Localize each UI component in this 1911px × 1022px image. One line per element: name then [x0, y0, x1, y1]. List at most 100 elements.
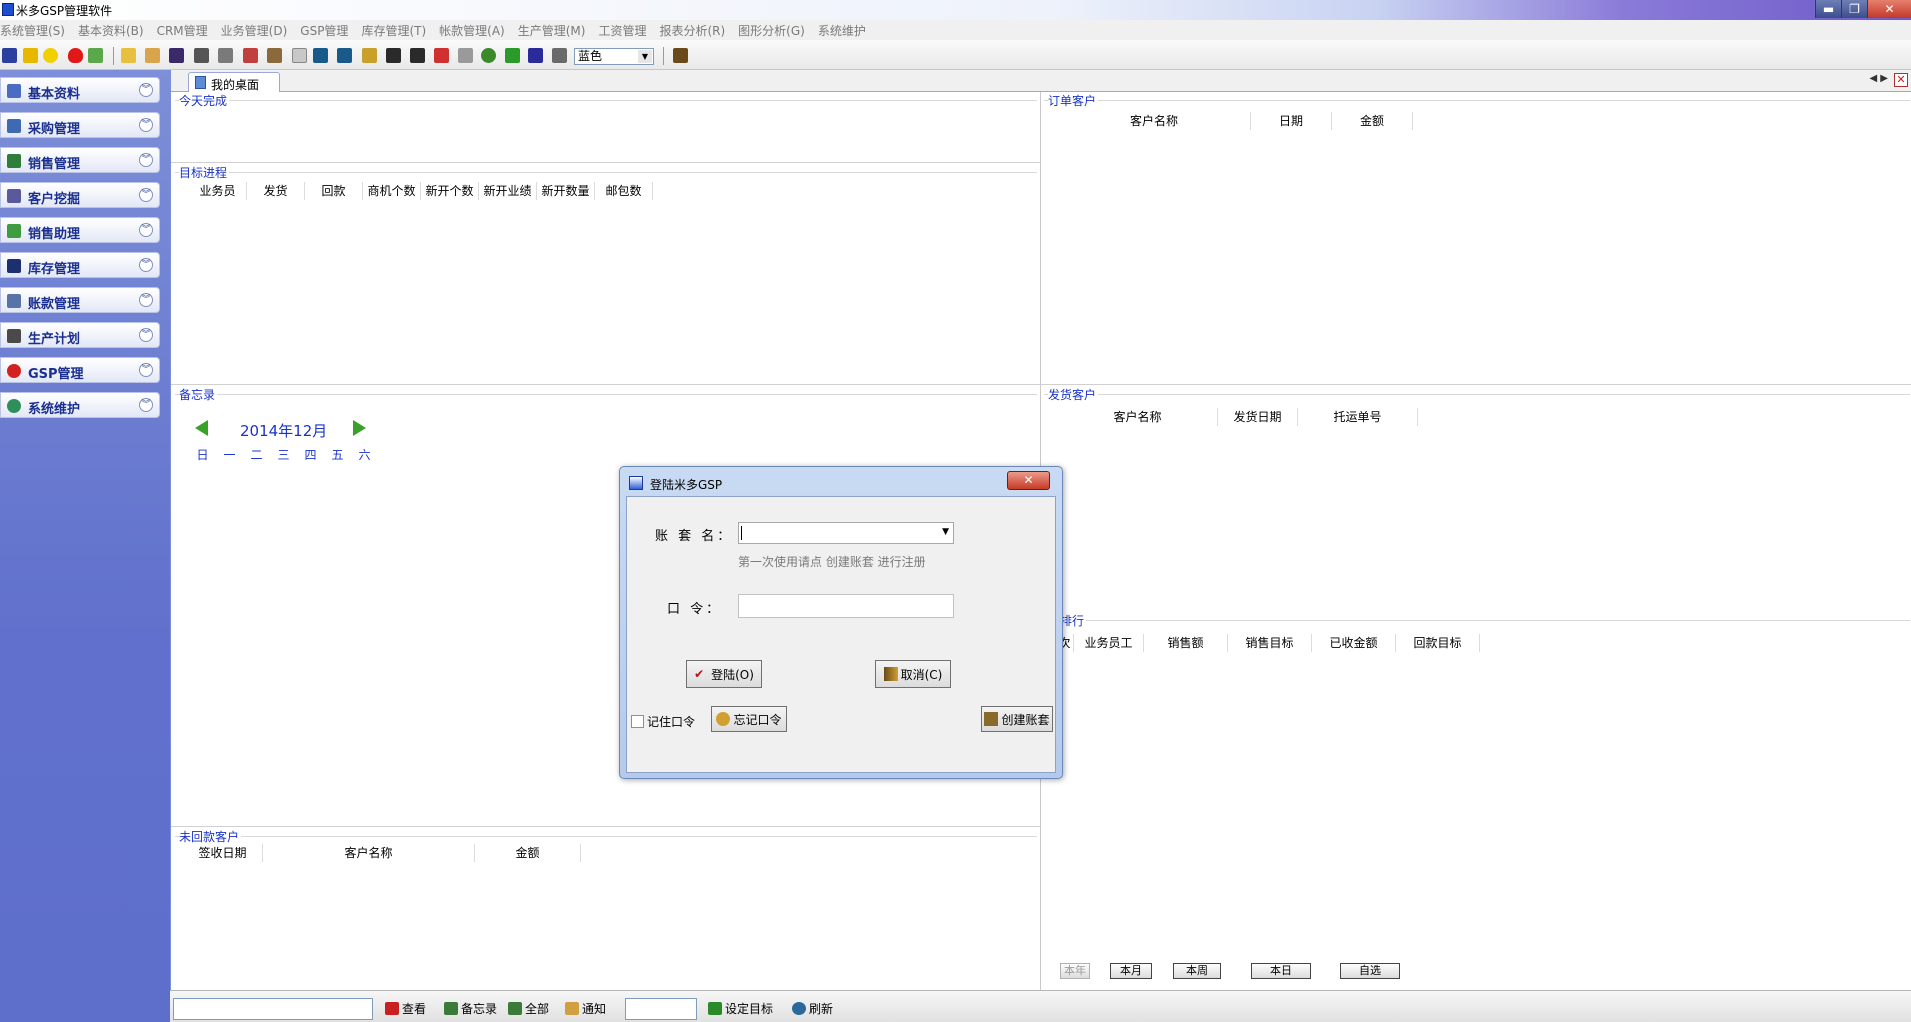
chevron-down-icon[interactable]: ▼ [942, 527, 949, 537]
menu-inventory[interactable]: 库存管理(T) [361, 22, 426, 39]
refresh-button[interactable]: 刷新 [792, 1000, 833, 1017]
tab-nav-arrows[interactable]: ◀ ▶ [1869, 73, 1888, 84]
chevron-down-icon[interactable]: ︾ [139, 83, 153, 97]
day-button[interactable]: 本日 [1251, 963, 1311, 979]
tab-desktop[interactable]: 我的桌面 [188, 72, 280, 93]
sidebar-item-customer-mining[interactable]: 客户挖掘 ︾ [0, 182, 160, 208]
crown-icon[interactable] [2, 48, 17, 63]
menu-system[interactable]: 系统管理(S) [0, 22, 65, 39]
chevron-down-icon[interactable]: ︾ [139, 258, 153, 272]
folder-icon[interactable] [145, 48, 160, 63]
chevron-down-icon[interactable]: ︾ [139, 153, 153, 167]
chevron-down-icon[interactable]: ︾ [139, 118, 153, 132]
memo-button[interactable]: 备忘录 [444, 1000, 497, 1017]
remember-password[interactable]: 记住口令 [631, 713, 695, 730]
menu-business[interactable]: 业务管理(D) [221, 22, 288, 39]
smiley-icon[interactable] [43, 48, 58, 63]
chevron-down-icon[interactable]: ︾ [139, 223, 153, 237]
column-header[interactable]: 销售目标 [1228, 634, 1312, 652]
sidebar-item-accounts[interactable]: 账款管理 ︾ [0, 287, 160, 313]
column-header[interactable]: 金额 [475, 844, 581, 862]
chevron-down-icon[interactable]: ︾ [139, 398, 153, 412]
column-header[interactable]: 新开数量 [537, 182, 595, 200]
search-input[interactable] [173, 998, 373, 1020]
set-goal-button[interactable]: 设定目标 [708, 1000, 773, 1017]
column-header[interactable]: 商机个数 [363, 182, 421, 200]
column-header[interactable]: 回款目标 [1396, 634, 1480, 652]
notice-button[interactable]: 通知 [565, 1000, 606, 1017]
menu-accounts[interactable]: 帐款管理(A) [439, 22, 505, 39]
chevron-down-icon[interactable]: ︾ [139, 188, 153, 202]
sidebar-item-basic[interactable]: 基本资料 ︾ [0, 77, 160, 103]
dialog-close-button[interactable]: ✕ [1007, 471, 1050, 490]
column-header[interactable]: 邮包数 [595, 182, 653, 200]
column-header[interactable]: 日期 [1251, 112, 1332, 130]
truck-icon[interactable] [267, 48, 282, 63]
date-input[interactable] [625, 998, 697, 1020]
import-icon[interactable] [337, 48, 352, 63]
export-icon[interactable] [313, 48, 328, 63]
column-header[interactable]: 发货日期 [1218, 408, 1298, 426]
column-header[interactable]: 客户名称 [263, 844, 475, 862]
transfer-icon[interactable] [386, 48, 401, 63]
column-header[interactable]: 客户名称 [1058, 112, 1251, 130]
chevron-down-icon[interactable]: ︾ [139, 328, 153, 342]
column-header[interactable]: 金额 [1332, 112, 1413, 130]
pencil-icon[interactable] [243, 48, 258, 63]
color-select[interactable]: 蓝色 ▼ [574, 48, 654, 65]
next-month-button[interactable] [353, 420, 366, 436]
box-icon[interactable] [23, 48, 38, 63]
column-header[interactable]: 回款 [305, 182, 363, 200]
house-icon[interactable] [88, 48, 103, 63]
menu-gsp[interactable]: GSP管理 [300, 22, 348, 39]
menu-crm[interactable]: CRM管理 [157, 22, 208, 39]
money-bag-icon[interactable] [481, 48, 496, 63]
exchange-icon[interactable] [410, 48, 425, 63]
menu-production[interactable]: 生产管理(M) [518, 22, 586, 39]
chat-icon[interactable] [552, 48, 567, 63]
sidebar-item-maintenance[interactable]: 系统维护 ︾ [0, 392, 160, 418]
week-button[interactable]: 本周 [1173, 963, 1221, 979]
column-header[interactable]: 业务员 [189, 182, 247, 200]
column-header[interactable]: 已收金额 [1312, 634, 1396, 652]
chevron-down-icon[interactable]: ︾ [139, 293, 153, 307]
edit-icon[interactable] [434, 48, 449, 63]
sidebar-item-sales-assistant[interactable]: 销售助理 ︾ [0, 217, 160, 243]
shield-icon[interactable] [169, 48, 184, 63]
sidebar-item-gsp[interactable]: GSP管理 ︾ [0, 357, 160, 383]
notes-icon[interactable] [218, 48, 233, 63]
column-header[interactable]: 托运单号 [1298, 408, 1418, 426]
calculator-icon[interactable] [194, 48, 209, 63]
page-icon[interactable] [292, 48, 307, 63]
login-button[interactable]: ✔ 登陆(O) [686, 660, 762, 688]
menu-payroll[interactable]: 工资管理 [598, 22, 646, 39]
month-button[interactable]: 本月 [1110, 963, 1152, 979]
exit-icon[interactable] [673, 48, 688, 63]
column-header[interactable]: 新开业绩 [479, 182, 537, 200]
forgot-password-button[interactable]: 忘记口令 [711, 706, 787, 732]
view-button[interactable]: 查看 [385, 1000, 426, 1017]
close-tab-button[interactable]: ✕ [1894, 73, 1908, 87]
sidebar-item-purchase[interactable]: 采购管理 ︾ [0, 112, 160, 138]
minimize-button[interactable]: ▬ [1815, 0, 1841, 18]
sidebar-item-inventory[interactable]: 库存管理 ︾ [0, 252, 160, 278]
column-header[interactable]: 签收日期 [183, 844, 263, 862]
column-header[interactable]: 新开个数 [421, 182, 479, 200]
grid-icon[interactable] [528, 48, 543, 63]
dollar-icon[interactable] [505, 48, 520, 63]
menu-reports[interactable]: 报表分析(R) [659, 22, 725, 39]
column-header[interactable]: 客户名称 [1058, 408, 1218, 426]
all-button[interactable]: 全部 [508, 1000, 549, 1017]
sidebar-item-production[interactable]: 生产计划 ︾ [0, 322, 160, 348]
previous-month-button[interactable] [195, 420, 208, 436]
menu-basic[interactable]: 基本资料(B) [78, 22, 144, 39]
users-icon[interactable] [362, 48, 377, 63]
column-header[interactable]: 发货 [247, 182, 305, 200]
maximize-button[interactable]: ❐ [1841, 0, 1867, 18]
year-button[interactable]: 本年 [1060, 963, 1090, 979]
password-field[interactable] [738, 594, 954, 618]
remember-checkbox[interactable] [631, 715, 644, 728]
chevron-down-icon[interactable]: ︾ [139, 363, 153, 377]
cancel-button[interactable]: 取消(C) [875, 660, 951, 688]
sidebar-item-sales[interactable]: 销售管理 ︾ [0, 147, 160, 173]
